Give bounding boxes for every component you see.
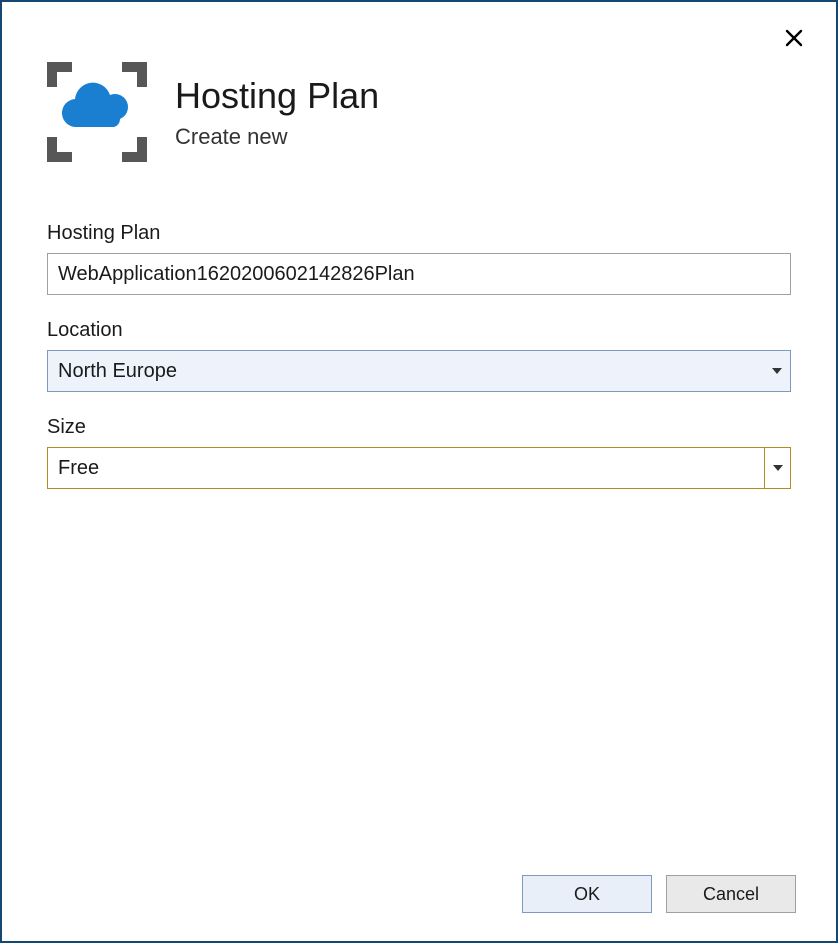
hosting-plan-label: Hosting Plan — [47, 222, 791, 245]
size-select[interactable]: Free — [47, 447, 791, 489]
size-field: Size Free — [47, 416, 791, 489]
dialog-header: Hosting Plan Create new — [2, 2, 836, 192]
form: Hosting Plan Location North Europe Size … — [2, 192, 836, 489]
hosting-plan-input[interactable] — [47, 253, 791, 295]
size-select-caret[interactable] — [764, 448, 790, 488]
cloud-bracket-icon — [47, 62, 147, 162]
chevron-down-icon — [772, 368, 782, 374]
chevron-down-icon — [773, 465, 783, 471]
ok-button[interactable]: OK — [522, 875, 652, 913]
close-button[interactable] — [782, 26, 806, 50]
cancel-button[interactable]: Cancel — [666, 875, 796, 913]
size-label: Size — [47, 416, 791, 439]
location-select[interactable]: North Europe — [47, 350, 791, 392]
close-icon — [784, 28, 804, 48]
dialog-header-text: Hosting Plan Create new — [175, 74, 379, 149]
size-select-value: Free — [48, 448, 764, 488]
location-field: Location North Europe — [47, 319, 791, 392]
hosting-plan-field: Hosting Plan — [47, 222, 791, 295]
dialog-footer: OK Cancel — [522, 875, 796, 913]
location-select-value: North Europe — [48, 351, 764, 391]
dialog-title: Hosting Plan — [175, 74, 379, 117]
hosting-plan-dialog: Hosting Plan Create new Hosting Plan Loc… — [0, 0, 838, 943]
dialog-subtitle: Create new — [175, 124, 379, 150]
location-select-caret[interactable] — [764, 351, 790, 391]
location-label: Location — [47, 319, 791, 342]
